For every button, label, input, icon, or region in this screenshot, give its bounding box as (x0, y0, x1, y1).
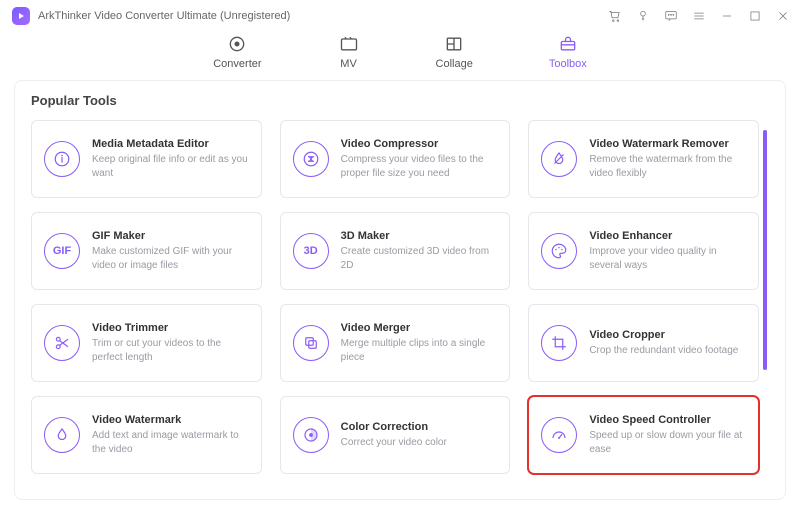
card-desc: Add text and image watermark to the vide… (92, 429, 249, 456)
tool-card-drop[interactable]: Video Watermark Add text and image waterm… (31, 396, 262, 474)
gauge-icon (541, 417, 577, 453)
tool-card-drop-off[interactable]: Video Watermark Remover Remove the waterm… (528, 120, 759, 198)
tool-card-scissors[interactable]: Video Trimmer Trim or cut your videos to … (31, 304, 262, 382)
tool-panel: Popular Tools Media Metadata Editor Keep … (14, 80, 786, 500)
scrollbar-thumb[interactable] (763, 130, 767, 370)
titlebar-controls (608, 9, 790, 23)
card-title: Video Speed Controller (589, 414, 746, 426)
drop-off-icon (541, 141, 577, 177)
card-title: Video Enhancer (589, 230, 746, 242)
card-desc: Crop the redundant video footage (589, 344, 738, 358)
card-title: 3D Maker (341, 230, 498, 242)
titlebar: ArkThinker Video Converter Ultimate (Unr… (0, 0, 800, 28)
card-desc: Remove the watermark from the video flex… (589, 153, 746, 180)
card-title: GIF Maker (92, 230, 249, 242)
card-body: Video Compressor Compress your video file… (341, 138, 498, 180)
crop-icon (541, 325, 577, 361)
card-desc: Keep original file info or edit as you w… (92, 153, 249, 180)
card-desc: Trim or cut your videos to the perfect l… (92, 337, 249, 364)
nav-collage[interactable]: Collage (436, 34, 473, 70)
card-desc: Make customized GIF with your video or i… (92, 245, 249, 272)
card-body: 3D Maker Create customized 3D video from … (341, 230, 498, 272)
close-icon[interactable] (776, 9, 790, 23)
card-title: Video Compressor (341, 138, 498, 150)
scroll-area: Media Metadata Editor Keep original file … (31, 120, 769, 500)
card-body: Video Trimmer Trim or cut your videos to … (92, 322, 249, 364)
top-nav: Converter MV Collage Toolbox (0, 28, 800, 80)
card-desc: Improve your video quality in several wa… (589, 245, 746, 272)
nav-label: Converter (213, 58, 261, 70)
card-body: Video Cropper Crop the redundant video fo… (589, 329, 738, 358)
mv-icon (338, 34, 360, 54)
card-body: Media Metadata Editor Keep original file … (92, 138, 249, 180)
card-title: Color Correction (341, 421, 447, 433)
card-desc: Merge multiple clips into a single piece (341, 337, 498, 364)
card-body: GIF Maker Make customized GIF with your v… (92, 230, 249, 272)
collage-icon (443, 34, 465, 54)
section-title: Popular Tools (31, 93, 769, 108)
nav-toolbox[interactable]: Toolbox (549, 34, 587, 70)
compress-icon (293, 141, 329, 177)
app-title: ArkThinker Video Converter Ultimate (Unr… (38, 10, 290, 22)
tool-card-3d[interactable]: 3D 3D Maker Create customized 3D video fro… (280, 212, 511, 290)
card-desc: Correct your video color (341, 436, 447, 450)
card-body: Video Merger Merge multiple clips into a … (341, 322, 498, 364)
card-body: Video Watermark Remover Remove the waterm… (589, 138, 746, 180)
nav-label: Collage (436, 58, 473, 70)
menu-icon[interactable] (692, 9, 706, 23)
drop-icon (44, 417, 80, 453)
maximize-icon[interactable] (748, 9, 762, 23)
gif-icon: GIF (44, 233, 80, 269)
toolbox-icon (557, 34, 579, 54)
card-desc: Create customized 3D video from 2D (341, 245, 498, 272)
card-desc: Compress your video files to the proper … (341, 153, 498, 180)
card-title: Media Metadata Editor (92, 138, 249, 150)
card-title: Video Watermark Remover (589, 138, 746, 150)
card-title: Video Cropper (589, 329, 738, 341)
app-logo-icon (12, 7, 30, 25)
tool-card-gif[interactable]: GIF GIF Maker Make customized GIF with you… (31, 212, 262, 290)
card-body: Video Enhancer Improve your video quality… (589, 230, 746, 272)
titlebar-left: ArkThinker Video Converter Ultimate (Unr… (12, 7, 290, 25)
key-icon[interactable] (636, 9, 650, 23)
card-body: Color Correction Correct your video color (341, 421, 447, 450)
tool-card-compress[interactable]: Video Compressor Compress your video file… (280, 120, 511, 198)
nav-label: Toolbox (549, 58, 587, 70)
tool-grid: Media Metadata Editor Keep original file … (31, 120, 759, 474)
card-title: Video Trimmer (92, 322, 249, 334)
card-desc: Speed up or slow down your file at ease (589, 429, 746, 456)
feedback-icon[interactable] (664, 9, 678, 23)
cart-icon[interactable] (608, 9, 622, 23)
card-body: Video Watermark Add text and image waterm… (92, 414, 249, 456)
nav-mv[interactable]: MV (338, 34, 360, 70)
palette-icon (541, 233, 577, 269)
card-title: Video Watermark (92, 414, 249, 426)
tool-card-merge[interactable]: Video Merger Merge multiple clips into a … (280, 304, 511, 382)
converter-icon (226, 34, 248, 54)
scissors-icon (44, 325, 80, 361)
nav-converter[interactable]: Converter (213, 34, 261, 70)
tool-card-color[interactable]: Color Correction Correct your video color (280, 396, 511, 474)
3d-icon: 3D (293, 233, 329, 269)
nav-label: MV (340, 58, 357, 70)
tool-card-crop[interactable]: Video Cropper Crop the redundant video fo… (528, 304, 759, 382)
tool-card-palette[interactable]: Video Enhancer Improve your video quality… (528, 212, 759, 290)
info-icon (44, 141, 80, 177)
card-title: Video Merger (341, 322, 498, 334)
tool-card-info[interactable]: Media Metadata Editor Keep original file … (31, 120, 262, 198)
merge-icon (293, 325, 329, 361)
color-icon (293, 417, 329, 453)
tool-card-gauge[interactable]: Video Speed Controller Speed up or slow d… (528, 396, 759, 474)
card-body: Video Speed Controller Speed up or slow d… (589, 414, 746, 456)
minimize-icon[interactable] (720, 9, 734, 23)
